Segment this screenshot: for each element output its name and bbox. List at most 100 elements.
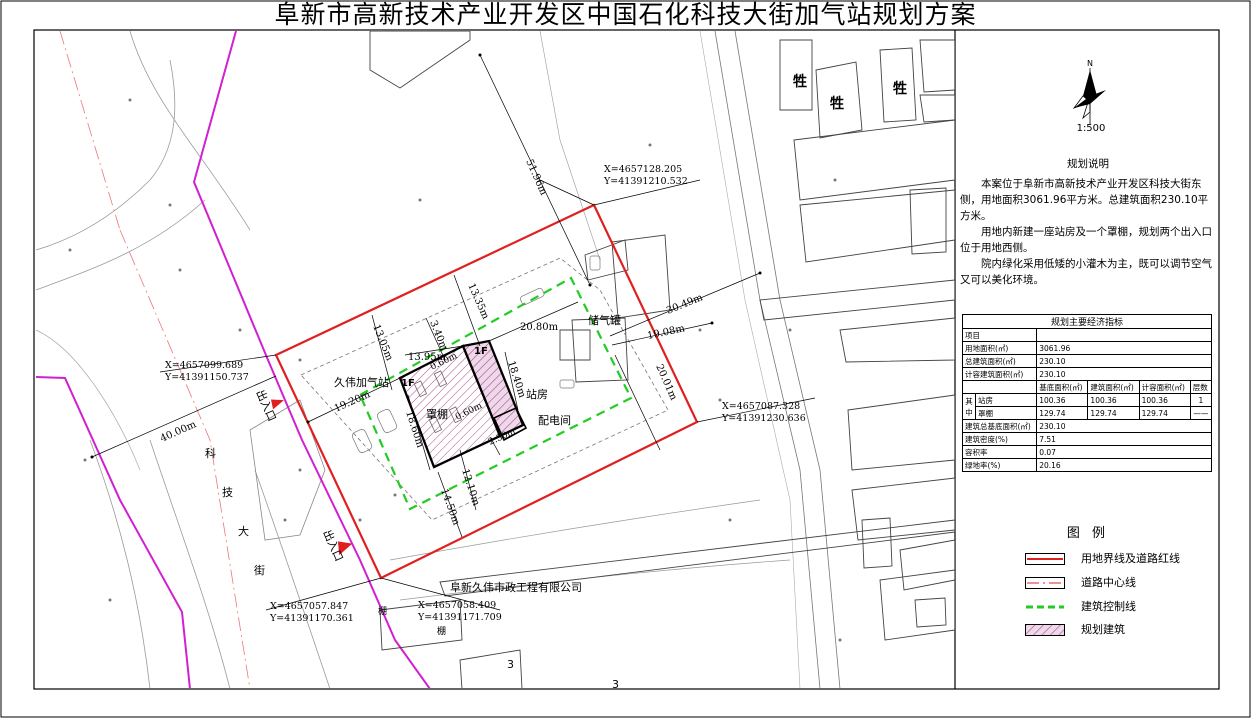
table-cell: 罩棚	[974, 406, 1038, 420]
power-room-label: 配电间	[538, 414, 571, 427]
table-cell: 绿地率(%)	[961, 458, 1038, 472]
legend-swatch	[1025, 624, 1065, 636]
map-mark: 牲	[830, 95, 844, 112]
curb-line	[35, 329, 141, 471]
table-cell: 计容建筑面积(㎡)	[961, 367, 1038, 381]
street-label: 技	[222, 486, 233, 499]
table-cell: 总建筑面积(㎡)	[961, 354, 1038, 368]
coordinate-x: X=4657128.205	[604, 164, 682, 175]
svg-text:N: N	[1087, 59, 1093, 68]
floor-label: 1F	[474, 346, 488, 357]
curb-line	[714, 31, 821, 688]
map-mark: 牲	[893, 80, 907, 97]
street-label: 街	[254, 563, 265, 577]
table-cell: 230.10	[1036, 367, 1212, 381]
notes-paragraph: 本案位于阜新市高新技术产业开发区科技大街东侧，用地面积3061.96平方米。总建…	[960, 178, 1209, 222]
scale-label: 1:500	[1076, 123, 1106, 134]
table-cell: 3061.96	[1036, 341, 1212, 355]
table-cell: 1	[1189, 393, 1213, 407]
table-caption: 规划主要经济指标	[962, 314, 1212, 329]
road-centerline	[59, 31, 121, 231]
median-island	[249, 399, 326, 541]
table-cell: 其中	[962, 393, 976, 420]
curb-line	[149, 439, 231, 688]
dimension-19-20: 19.20m	[333, 389, 373, 415]
legend-site-boundary: 用地界线及道路红线	[1025, 551, 1205, 567]
table-cell: 0.07	[1036, 445, 1212, 459]
table-cell: 用地面积(㎡)	[961, 341, 1038, 355]
map-mark: 棚	[378, 605, 387, 617]
coordinate-x: X=4657057.847	[270, 601, 348, 612]
indicator-table: 规划主要经济指标 项目 用地面积(㎡) 3061.96 总建筑面积(㎡) 230.1…	[961, 314, 1213, 472]
legend-planned-building: 规划建筑	[1025, 622, 1205, 638]
curb-line	[734, 31, 841, 688]
coordinate-y: Y=41391210.532	[603, 176, 688, 187]
coordinate-x: X=4657087.328	[722, 401, 800, 412]
table-header: 计容面积(㎡)	[1138, 380, 1191, 394]
table-header: 基底面积(㎡)	[1036, 380, 1089, 394]
legend-label: 道路中心线	[1081, 576, 1136, 589]
dimension-20-80: 20.80m	[520, 322, 559, 333]
dimension-14-50: 14.50m	[438, 487, 462, 527]
company-label: 阜新久伟市政工程有限公司	[450, 580, 582, 594]
station-house-label: 站房	[526, 387, 548, 401]
curb-line	[699, 31, 801, 688]
compass-icon: N	[1072, 59, 1106, 124]
legend-swatch	[1025, 577, 1065, 589]
coordinate-y: Y=41391150.737	[164, 372, 249, 383]
coordinate-x: X=4657058.409	[418, 600, 496, 611]
legend-label: 用地界线及道路红线	[1081, 552, 1180, 565]
coordinate-y: Y=41391171.709	[417, 612, 502, 623]
table-cell: ——	[1189, 406, 1213, 420]
coordinate-y: Y=41391170.361	[269, 613, 354, 624]
dimension-30-49: 30.49m	[665, 292, 705, 317]
table-cell: 7.51	[1036, 432, 1212, 446]
table-cell: 129.74	[1036, 406, 1089, 420]
table-cell: 230.10	[1036, 354, 1212, 368]
station-name: 久伟加气站	[334, 375, 389, 389]
table-cell: 20.16	[1036, 458, 1212, 472]
legend-road-centerline: 道路中心线	[1025, 575, 1205, 591]
map-mark: 3	[507, 658, 514, 671]
legend-swatch	[1025, 601, 1064, 611]
dimension-40-00: 40.00m	[159, 419, 199, 445]
coordinate-x: X=4657099.689	[165, 360, 243, 371]
street-label: 科	[205, 446, 216, 460]
legend-title: 图 例	[1066, 526, 1110, 541]
notes-paragraph: 院内绿化采用低矮的小灌木为主，既可以调节空气又可以美化环境。	[960, 258, 1212, 286]
table-cell: 100.36	[1036, 393, 1089, 407]
table-cell: 129.74	[1087, 406, 1140, 420]
table-cell: 100.36	[1087, 393, 1140, 407]
table-cell: 100.36	[1138, 393, 1191, 407]
table-cell: 建筑总基底面积(㎡)	[961, 419, 1038, 433]
dimension-3-40: 3.40m	[427, 319, 449, 353]
planning-notes: 规划说明 本案位于阜新市高新技术产业开发区科技大街东侧，用地面积3061.96平…	[960, 156, 1216, 288]
table-header: 建筑面积(㎡)	[1087, 380, 1140, 394]
floor-label: 1F	[401, 378, 415, 389]
legend-label: 规划建筑	[1081, 623, 1125, 636]
notes-heading: 规划说明	[1067, 158, 1109, 170]
table-cell: 项目	[961, 328, 1038, 342]
curb-line	[129, 31, 251, 231]
curb-line	[254, 469, 331, 688]
table-cell: 230.10	[1036, 419, 1212, 433]
curb-line	[35, 59, 176, 251]
coordinate-y: Y=41391230.636	[721, 413, 806, 424]
curb-line	[89, 439, 151, 688]
map-mark: 牲	[793, 73, 807, 90]
table-cell: 建筑密度(%)	[961, 432, 1038, 446]
dimension-20-01: 20.01m	[653, 363, 679, 403]
dimension-13-05: 13.05m	[370, 323, 395, 363]
street-label: 大	[238, 524, 249, 538]
notes-paragraph: 用地内新建一座站房及一个罩棚，规划两个出入口位于用地西侧。	[960, 226, 1212, 254]
dimension-lines	[91, 54, 816, 611]
tank-label: 储气罐	[588, 313, 621, 327]
canopy-label: 罩棚	[426, 407, 448, 421]
table-cell: 站房	[974, 393, 1038, 407]
legend-control-line: 建筑控制线	[1025, 599, 1205, 615]
legend-label: 建筑控制线	[1081, 600, 1136, 613]
dimension-51-96: 51.96m	[523, 158, 549, 198]
map-mark: 棚	[437, 625, 446, 637]
table-cell: 容积率	[961, 445, 1038, 459]
legend-swatch	[1025, 553, 1065, 565]
